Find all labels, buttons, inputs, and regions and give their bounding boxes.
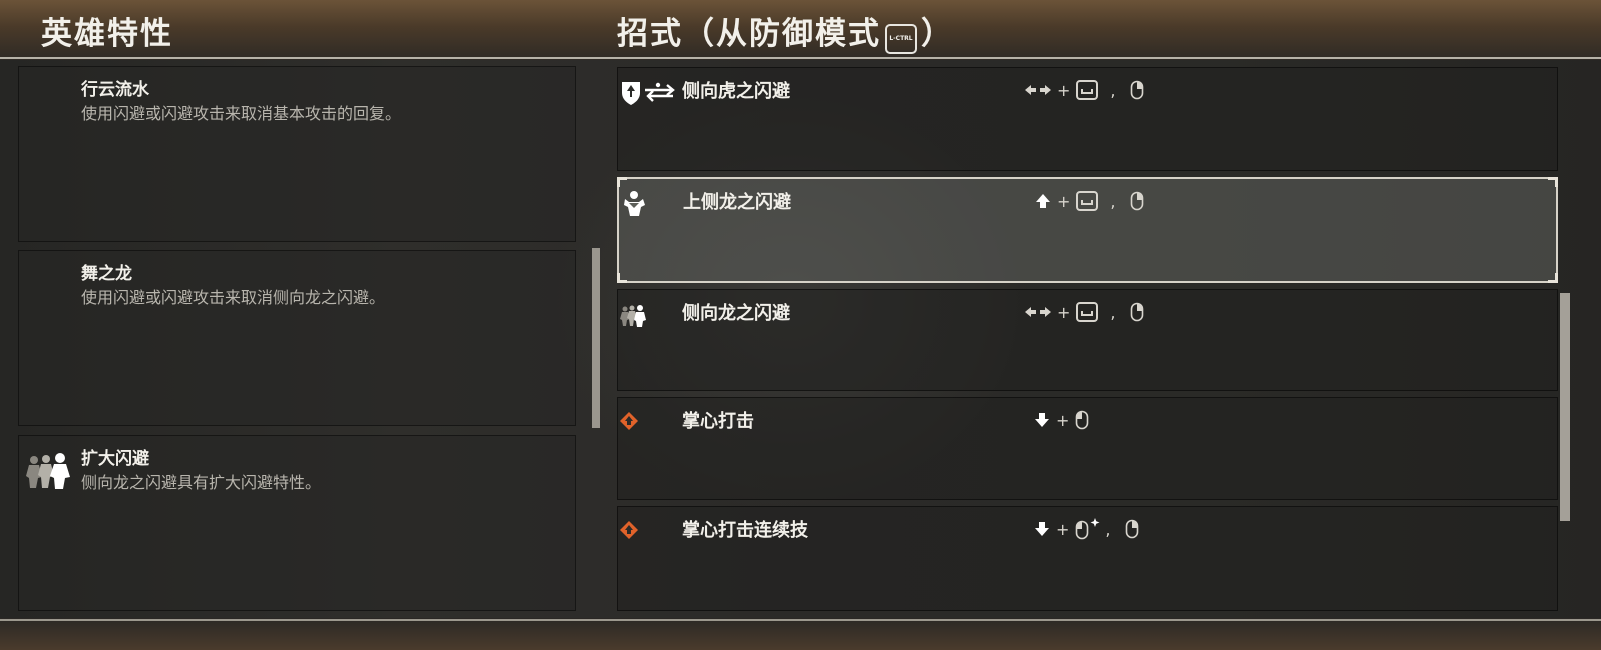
move-inputs: + (1034, 408, 1093, 432)
trait-description: 使用闪避或闪避攻击来取消侧向龙之闪避。 (81, 288, 386, 307)
move-row[interactable]: 侧向龙之闪避 + , (617, 289, 1558, 391)
hero-traits-title: 英雄特性 (41, 16, 173, 52)
right-arrow-icon (1040, 306, 1051, 318)
trait-name: 扩大闪避 (81, 449, 149, 469)
left-arrow-icon (1025, 84, 1036, 96)
dodge-figures-icon (26, 453, 70, 489)
down-arrow-icon (1034, 412, 1050, 428)
space-key-icon (1076, 191, 1099, 211)
corner-marker (617, 177, 627, 187)
mouse-button-icon (1075, 410, 1089, 430)
footer-divider (0, 619, 1601, 621)
corner-marker (1548, 177, 1558, 187)
down-arrow-icon (1034, 521, 1050, 537)
move-row[interactable]: 侧向虎之闪避 + , (617, 67, 1558, 171)
traits-scrollbar[interactable] (592, 248, 600, 428)
corner-marker (617, 273, 627, 283)
dodge-figures-icon (620, 305, 646, 327)
trait-description: 使用闪避或闪避攻击来取消基本攻击的回复。 (81, 104, 402, 123)
plus-sign: + (1057, 80, 1071, 100)
trait-name: 舞之龙 (81, 264, 132, 284)
move-row[interactable]: 掌心打击连续技 + , (617, 506, 1558, 611)
bottom-background-band (0, 618, 1601, 650)
trait-name: 行云流水 (81, 80, 149, 100)
comma-separator: , (1110, 80, 1116, 100)
left-arrow-icon (1025, 306, 1036, 318)
header-divider (0, 57, 1601, 59)
plus-sign: + (1056, 519, 1070, 539)
move-name: 上侧龙之闪避 (683, 192, 791, 213)
right-arrow-icon (1040, 84, 1051, 96)
moves-title-suffix: ） (921, 16, 954, 52)
move-name: 掌心打击 (682, 411, 754, 432)
trait-item[interactable]: 行云流水 使用闪避或闪避攻击来取消基本攻击的回复。 (18, 66, 576, 242)
trait-description: 侧向龙之闪避具有扩大闪避特性。 (81, 473, 322, 492)
move-name: 掌心打击连续技 (682, 520, 808, 541)
trait-item[interactable]: 舞之龙 使用闪避或闪避攻击来取消侧向龙之闪避。 (18, 250, 576, 426)
plus-sign: + (1057, 302, 1071, 322)
ctrl-key-icon: L-CTRL (885, 24, 917, 54)
move-name: 侧向虎之闪避 (682, 81, 790, 102)
move-inputs: + , (1035, 189, 1148, 213)
corner-marker (1548, 273, 1558, 283)
orange-palm-strike-icon (620, 521, 638, 539)
move-row[interactable]: 掌心打击 + (617, 397, 1558, 500)
moves-title: 招式（从防御模式 L-CTRL） (617, 8, 954, 54)
up-arrow-icon (1035, 193, 1051, 209)
comma-separator: , (1110, 191, 1116, 211)
right-mouse-button-icon (1125, 519, 1139, 539)
plus-sign: + (1057, 191, 1071, 211)
comma-separator: , (1110, 302, 1116, 322)
comma-separator: , (1105, 519, 1111, 539)
move-name: 侧向龙之闪避 (682, 303, 790, 324)
space-key-icon (1076, 302, 1099, 322)
shield-dodge-icon (622, 82, 675, 105)
dragon-figure-icon (624, 191, 645, 216)
moves-title-prefix: 招式（从防御模式 (617, 16, 881, 52)
move-inputs: + , (1025, 300, 1148, 324)
mouse-hold-icon (1075, 518, 1101, 540)
space-key-icon (1076, 80, 1099, 100)
plus-sign: + (1056, 410, 1070, 430)
right-mouse-button-icon (1130, 191, 1144, 211)
move-inputs: + , (1034, 517, 1143, 541)
move-inputs: + , (1025, 78, 1148, 102)
right-mouse-button-icon (1130, 302, 1144, 322)
trait-item[interactable]: 扩大闪避 侧向龙之闪避具有扩大闪避特性。 (18, 435, 576, 611)
right-mouse-button-icon (1130, 80, 1144, 100)
move-row-selected[interactable]: 上侧龙之闪避 + , (617, 177, 1558, 283)
orange-palm-strike-icon (620, 412, 638, 430)
moves-scrollbar[interactable] (1560, 293, 1570, 521)
